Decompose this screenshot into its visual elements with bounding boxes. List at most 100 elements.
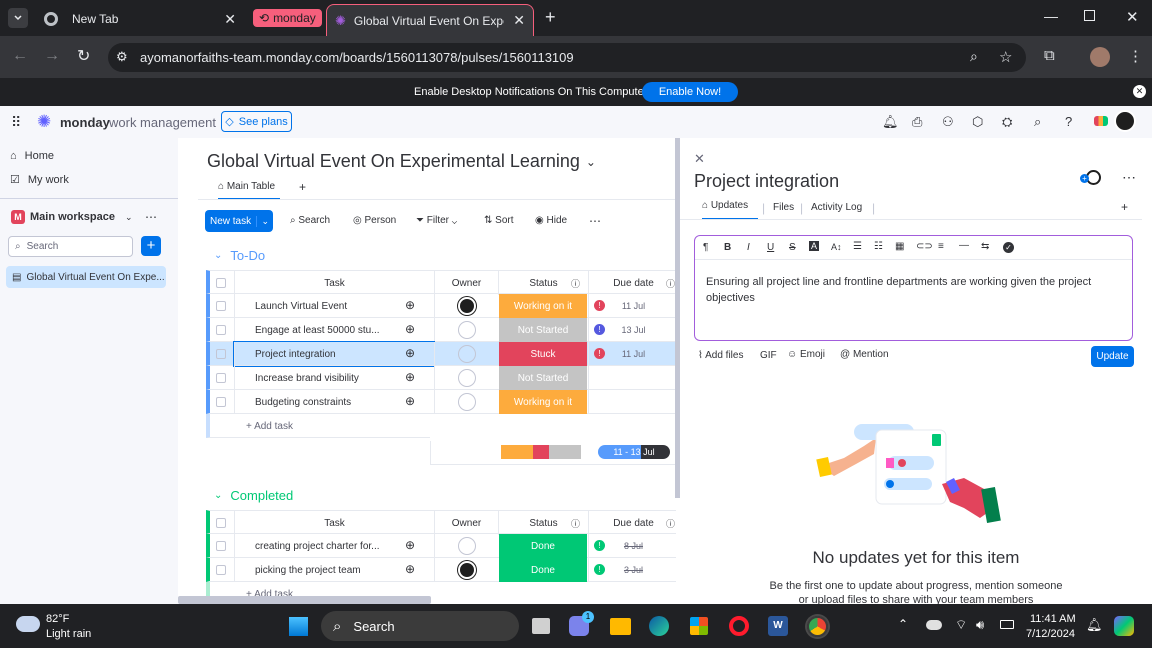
copilot-icon[interactable] [1114, 616, 1134, 636]
due-date-cell[interactable] [588, 390, 678, 414]
direction-icon[interactable]: ⇆ [981, 241, 989, 252]
add-update-icon[interactable]: ⊕ [405, 370, 415, 384]
add-view-icon[interactable]: + [299, 180, 306, 194]
word-icon[interactable]: W [768, 616, 788, 636]
table-row[interactable]: Budgeting constraints ⊕ Working on it [206, 390, 676, 414]
info-icon[interactable]: ⓘ [666, 277, 675, 290]
status-cell[interactable]: Working on it [499, 390, 587, 414]
column-header-due-date[interactable]: Due date [588, 271, 678, 295]
forward-icon[interactable]: → [44, 47, 60, 65]
due-date-cell[interactable] [588, 366, 678, 390]
text-color-icon[interactable]: A [809, 241, 820, 251]
task-name-cell[interactable]: Budgeting constraints [234, 390, 434, 414]
reload-icon[interactable]: ↻ [77, 46, 90, 66]
checkbox[interactable] [216, 541, 226, 551]
file-explorer-icon[interactable] [610, 618, 631, 635]
notification-bell-icon[interactable]: 🔔︎ [1086, 617, 1103, 633]
update-editor[interactable]: ¶ B I U S A A↕ ☰ ☷ ▦ ⊂⊃ ≡ — ⇆ ✓ Ensuring… [694, 235, 1133, 341]
row-checkbox[interactable] [216, 390, 236, 414]
close-window-icon[interactable]: ✕ [1126, 8, 1139, 26]
owner-cell[interactable] [434, 534, 498, 558]
underline-icon[interactable]: U [767, 242, 774, 253]
marketplace-icon[interactable]: ⛭ [1002, 114, 1012, 130]
date-range-pill[interactable]: 11 - 13 Jul [598, 445, 670, 459]
task-name-cell[interactable]: Launch Virtual Event [234, 294, 434, 318]
owner-cell[interactable] [434, 558, 498, 582]
apps-grid-icon[interactable]: ⠿ [11, 114, 21, 131]
bell-icon[interactable]: 🔔︎ [882, 114, 899, 130]
mention-button[interactable]: @ Mention [840, 349, 889, 360]
search-icon[interactable]: ⌕ [1034, 114, 1041, 130]
row-checkbox[interactable] [216, 318, 236, 342]
new-tab-icon[interactable]: + [545, 7, 556, 28]
task-name-cell[interactable]: Project integration [233, 341, 435, 367]
due-date-cell[interactable]: 11 Jul [588, 294, 678, 318]
user-avatar[interactable] [1114, 110, 1136, 132]
onedrive-icon[interactable] [926, 620, 942, 630]
see-plans-button[interactable]: ◇ See plans [221, 111, 292, 132]
clock-time[interactable]: 11:41 AM [1030, 613, 1076, 625]
owner-avatar[interactable] [457, 561, 476, 579]
more-options-icon[interactable]: ⋯ [589, 214, 601, 228]
row-checkbox[interactable] [216, 534, 236, 558]
column-header-due-date[interactable]: Due date [588, 511, 678, 535]
address-bar[interactable]: ⚙ ayomanorfaiths-team.monday.com/boards/… [108, 43, 1026, 72]
profile-avatar[interactable] [1090, 47, 1110, 67]
checkbox[interactable] [216, 518, 226, 528]
add-update-icon[interactable]: ⊕ [405, 298, 415, 312]
owner-avatar[interactable] [457, 297, 476, 315]
task-name-cell[interactable]: Increase brand visibility [234, 366, 434, 390]
link-icon[interactable]: ⊂⊃ [916, 241, 933, 252]
restore-icon[interactable] [1084, 10, 1095, 21]
store-icon[interactable] [690, 617, 708, 635]
chevron-up-icon[interactable]: ⌃ [898, 617, 908, 631]
italic-icon[interactable]: I [747, 242, 750, 253]
monday-apps-icon[interactable] [1094, 116, 1108, 126]
group-header[interactable]: ⌄ Completed [214, 488, 293, 503]
inbox-icon[interactable]: ⎙ [912, 114, 922, 130]
status-cell[interactable]: Done [499, 534, 587, 558]
align-icon[interactable]: ≡ [938, 241, 944, 252]
numbered-list-icon[interactable]: ☰ [853, 241, 862, 252]
select-all-checkbox[interactable] [216, 271, 236, 295]
row-checkbox[interactable] [216, 342, 236, 366]
add-subscriber-icon[interactable]: + [1080, 174, 1089, 183]
invite-icon[interactable]: ⚇ [942, 114, 954, 130]
bookmark-star-icon[interactable]: ☆ [999, 48, 1012, 66]
status-cell[interactable]: Not Started [499, 366, 587, 390]
bullet-list-icon[interactable]: ☷ [874, 241, 883, 252]
task-name-cell[interactable]: Engage at least 50000 stu... [234, 318, 434, 342]
emoji-button[interactable]: ☺ Emoji [787, 349, 825, 360]
checkbox[interactable] [216, 397, 226, 407]
sidebar-search-input[interactable]: ⌕ Search [8, 236, 133, 257]
add-tab-icon[interactable]: + [1121, 200, 1128, 214]
empty-owner-icon[interactable] [457, 537, 476, 555]
gif-button[interactable]: GIF [760, 350, 777, 361]
info-icon[interactable]: ⓘ [571, 277, 580, 290]
status-cell[interactable]: Not Started [499, 318, 587, 342]
task-name-cell[interactable]: picking the project team [234, 558, 434, 582]
table-row[interactable]: Project integration ⊕ Stuck ! 11 Jul [206, 341, 676, 367]
table-row[interactable]: creating project charter for... ⊕ Done !… [206, 534, 676, 558]
opera-icon[interactable] [729, 616, 749, 636]
zoom-icon[interactable]: ⌕ [970, 48, 978, 65]
add-files-button[interactable]: ⌇ Add files [698, 350, 743, 361]
divider-line-icon[interactable]: — [959, 240, 969, 251]
chevron-down-icon[interactable]: ⌄ [214, 490, 222, 501]
windows-start-icon[interactable] [289, 617, 308, 636]
help-icon[interactable]: ? [1065, 114, 1072, 129]
update-button[interactable]: Update [1091, 346, 1134, 367]
owner-cell[interactable] [434, 318, 498, 342]
add-update-icon[interactable]: ⊕ [405, 322, 415, 336]
table-row[interactable]: picking the project team ⊕ Done ! 3 Jul [206, 558, 676, 582]
wifi-icon[interactable]: ⌔ [955, 617, 967, 633]
add-item-button[interactable]: + [141, 236, 161, 256]
minimize-icon[interactable]: — [1044, 8, 1058, 24]
due-date-cell[interactable]: 8 Jul [588, 534, 678, 558]
status-cell[interactable]: Stuck [499, 342, 587, 366]
battery-icon[interactable] [1000, 620, 1014, 629]
tab-files[interactable]: Files [773, 202, 794, 213]
item-title[interactable]: Project integration [694, 171, 839, 192]
sidebar-item-my-work[interactable]: ☑ My work [10, 173, 69, 187]
empty-owner-icon[interactable] [457, 369, 476, 387]
